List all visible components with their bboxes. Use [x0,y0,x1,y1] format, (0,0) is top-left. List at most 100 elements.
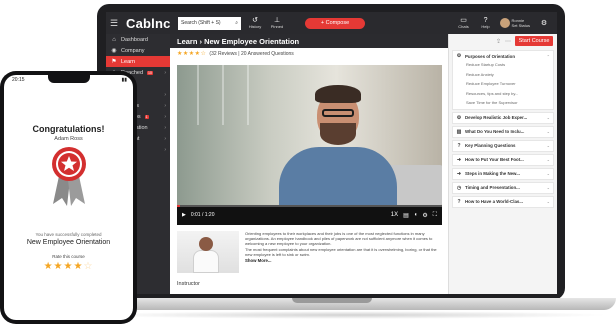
module-header: ⚙ Develop Realistic Job Exper... ⌄ [456,115,550,121]
phone-time: 20:15 [12,77,25,83]
sidebar-item-label: Learn [121,58,136,65]
pinned-label: Pinned [270,24,284,29]
panel-actions: ⇪ ⋯ Start Course [449,34,557,48]
rating-star[interactable]: ★ [44,261,54,272]
chevron-down-icon[interactable]: ⌄ [547,199,550,204]
brand-logo[interactable]: Cablnc [122,16,174,31]
help-button[interactable]: ? Help [478,17,494,29]
module-item[interactable]: ? How to Have a World-Clas... ⌄ [452,195,554,208]
start-course-button[interactable]: Start Course [515,36,553,46]
company-icon: ◉ [111,48,117,54]
rating-star[interactable]: ★ [54,261,64,272]
show-more-link[interactable]: Show More... [245,258,442,263]
chats-button[interactable]: ▭ Chats [456,17,472,29]
lesson-item[interactable]: Reduce Employee Turnover [456,81,516,88]
video-progress-bar[interactable] [177,205,442,207]
video-right-controls: 1X ▤ ◖ ⚙ ⛶ [391,212,437,219]
rating-text[interactable]: (32 Reviews | 20 Answered Questions [209,51,293,57]
compose-button[interactable]: + Compose [305,17,365,29]
settings-button[interactable]: ⚙ [536,20,552,27]
rating-stars[interactable]: ★★★★☆ [177,50,206,57]
help-icon: ? [483,17,488,24]
main-content: Learn › New Employee Orientation ★★★★☆ (… [170,34,448,294]
video-player[interactable]: ▶ 0:01 / 1:20 1X ▤ ◖ ⚙ ⛶ [177,65,442,225]
module-title: What Do You Need to Inclu... [465,129,525,134]
captions-icon[interactable]: ▤ [403,212,409,219]
chevron-down-icon[interactable]: ⌄ [547,143,550,148]
volume-icon[interactable]: ◖ [414,212,418,219]
rating-star[interactable]: ★ [73,261,83,272]
lesson-item[interactable]: Save Time for the Supervisor [456,100,518,107]
history-button[interactable]: ↺ History [247,17,263,29]
user-menu[interactable]: Ronnie Set Status [512,18,530,28]
chevron-down-icon[interactable]: ⌄ [547,129,550,134]
thumb-person-head [199,237,213,251]
book-icon: ▥ [456,128,462,135]
arrow-icon: ➜ [456,156,462,163]
hamburger-menu-icon[interactable]: ☰ [106,18,122,29]
module-header: ? Key Planning Questions ⌄ [456,143,550,149]
arrow-icon: ➜ [456,170,462,177]
sidebar-badge: 1 [144,114,149,119]
module-item[interactable]: ⚙ Develop Realistic Job Exper... ⌄ [452,111,554,124]
video-time: 0:01 / 1:20 [190,212,215,218]
fullscreen-icon[interactable]: ⛶ [433,212,437,219]
rate-course-label: Rate this course [52,254,85,259]
sidebar-item[interactable]: ⚑ Learn [106,56,170,67]
completed-course-name: New Employee Orientation [26,239,111,246]
search-input[interactable]: Search (Shift + S) ⌕ [178,16,241,30]
instructor-heading: Instructor [177,281,200,287]
completed-text: You have successfully completed [35,232,102,237]
video-frame [177,65,442,217]
pin-icon: ⊥ [273,17,281,24]
description-paragraph-2: The most frequent complaints about new e… [245,247,437,257]
share-icon[interactable]: ⇪ [496,38,501,45]
presenter-beard [320,123,356,145]
video-controls: ▶ 0:01 / 1:20 1X ▤ ◖ ⚙ ⛶ [177,205,442,225]
phone-screen: 20:15 ▮▮ Congratulations! Adam Ross You … [4,75,133,320]
lesson-item[interactable]: Reduce Startup Costs [456,62,505,69]
module-header: ⚙ Purposes of Orientation ⌃ [456,53,550,59]
help-label: Help [481,24,490,29]
lesson-item[interactable]: Reduce Anxiety [456,72,494,79]
module-list: ⚙ Purposes of Orientation ⌃ Reduce Startup … [449,50,557,208]
phone-frame: 20:15 ▮▮ Congratulations! Adam Ross You … [0,71,137,324]
description-image [177,231,239,273]
more-icon[interactable]: ⋯ [505,38,511,45]
sidebar-item[interactable]: ◉ Company [106,45,170,56]
rating-star[interactable]: ☆ [83,261,93,272]
chevron-down-icon[interactable]: ⌄ [547,115,550,120]
module-item[interactable]: ➜ Steps in Making the New... ⌄ [452,167,554,180]
pinned-button[interactable]: ⊥ Pinned [269,17,285,29]
rating-star[interactable]: ★ [64,261,74,272]
module-header: ➜ How to Put Your Best Foot... ⌄ [456,157,550,163]
medal-icon [52,147,86,206]
video-progress-fill [177,205,180,207]
play-icon[interactable]: ▶ [182,212,186,218]
sidebar-item[interactable]: ⌂ Dashboard [106,34,170,45]
module-item[interactable]: ◷ Timing and Presentation... ⌄ [452,181,554,194]
description-text: Orienting employees to their workplaces … [245,231,442,279]
speed-button[interactable]: 1X [391,212,398,219]
module-item[interactable]: ▥ What Do You Need to Inclu... ⌄ [452,125,554,138]
user-avatar[interactable] [499,18,510,28]
chevron-down-icon[interactable]: ⌄ [547,185,550,190]
module-title: Key Planning Questions [465,143,516,148]
question-icon: ? [457,142,461,149]
module-item[interactable]: ? Key Planning Questions ⌄ [452,139,554,152]
chevron-down-icon[interactable]: ⌄ [547,157,550,162]
settings-icon[interactable]: ⚙ [422,212,427,219]
history-label: History [248,24,262,29]
chevron-up-icon[interactable]: ⌃ [547,54,550,59]
chats-label: Chats [458,24,469,29]
top-right-tools: ▭ Chats ? Help Ronnie Set Status ⚙ [450,17,557,29]
module-item[interactable]: ⚙ Purposes of Orientation ⌃ Reduce Startup … [452,50,554,110]
gear-icon: ⚙ [456,53,462,59]
chevron-down-icon[interactable]: ⌄ [547,171,550,176]
course-description: Orienting employees to their workplaces … [177,231,442,279]
module-item[interactable]: ➜ How to Put Your Best Foot... ⌄ [452,153,554,166]
course-rating: ★★★★☆ (32 Reviews | 20 Answered Question… [170,48,448,59]
module-title: Timing and Presentation... [465,185,520,190]
rate-course-stars[interactable]: ★★★★☆ [4,261,133,272]
lesson-item[interactable]: Resources, tips and step by... [456,91,518,98]
